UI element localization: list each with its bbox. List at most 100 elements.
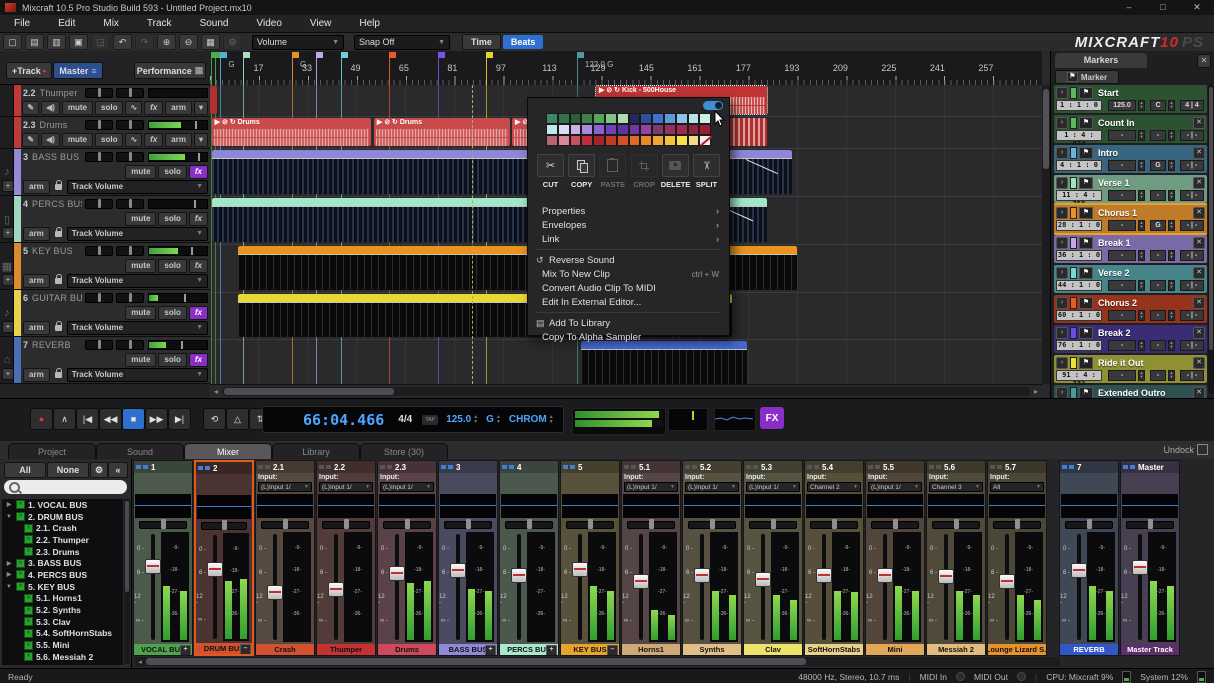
slider-handle[interactable] bbox=[98, 199, 101, 208]
pan-slider[interactable] bbox=[993, 519, 1041, 529]
collapse-channel-icon[interactable]: – bbox=[607, 645, 618, 655]
color-swatch[interactable] bbox=[699, 113, 711, 124]
paint-brush-icon[interactable]: ✎ bbox=[22, 133, 39, 147]
minimize-button[interactable]: – bbox=[1112, 0, 1146, 15]
tempo-spinner[interactable]: ▲▼ bbox=[1138, 220, 1145, 231]
delete-marker-icon[interactable]: ✕ bbox=[1193, 117, 1205, 129]
arm-button[interactable]: arm bbox=[165, 133, 192, 147]
maximize-button[interactable]: □ bbox=[1146, 0, 1180, 15]
input-dropdown[interactable]: (L)Input 1/▼ bbox=[624, 482, 678, 492]
tree-item-5-6-messiah-2[interactable]: ✕5.6. Messiah 2 bbox=[2, 651, 123, 663]
fx-button[interactable]: fx bbox=[189, 212, 208, 226]
track-enable-checkbox[interactable]: ✕ bbox=[16, 512, 25, 521]
color-swatch[interactable] bbox=[617, 124, 629, 135]
track-volume-slider[interactable] bbox=[85, 120, 113, 130]
color-swatch[interactable] bbox=[676, 124, 688, 135]
input-dropdown[interactable]: Channel 3▼ bbox=[929, 482, 983, 492]
mixer-channel-5-2[interactable]: 5.2Input:(L)Input 1/▼0 -6 -12 -∞ --9--18… bbox=[682, 460, 742, 656]
color-swatch[interactable] bbox=[558, 124, 570, 135]
marker-tempo-value[interactable]: - bbox=[1108, 130, 1136, 141]
pan-handle[interactable] bbox=[1148, 519, 1153, 529]
channel-name-label[interactable]: DRUM BUS– bbox=[196, 643, 252, 654]
channel-automation-display[interactable] bbox=[684, 494, 740, 518]
lock-icon[interactable] bbox=[55, 278, 62, 284]
marker-signature-value[interactable]: - | - bbox=[1180, 130, 1204, 141]
track-pan-slider[interactable] bbox=[116, 340, 144, 350]
tempo-spinner[interactable]: ▲▼ bbox=[1138, 370, 1145, 381]
color-swatch[interactable] bbox=[664, 113, 676, 124]
channel-name-label[interactable]: REVERB bbox=[1060, 644, 1118, 655]
marker-key-value[interactable]: G bbox=[1150, 220, 1166, 231]
pan-slider[interactable] bbox=[139, 519, 187, 529]
key-spinner[interactable]: ▲▼ bbox=[1168, 310, 1175, 321]
slider-handle[interactable] bbox=[129, 246, 132, 255]
automation-parameter-dropdown[interactable]: Track Volume▼ bbox=[67, 368, 208, 382]
volume-fader[interactable] bbox=[1071, 530, 1086, 644]
record-button[interactable]: ● bbox=[30, 408, 53, 430]
color-swatch[interactable] bbox=[652, 124, 664, 135]
tab-mixer[interactable]: Mixer bbox=[184, 443, 272, 460]
track-enable-checkbox[interactable]: ✕ bbox=[16, 570, 25, 579]
clip[interactable]: ▶ ⊘ ↻ Drums bbox=[212, 118, 372, 146]
marker-time-value[interactable]: 76 : 1 : 0 bbox=[1056, 340, 1102, 351]
fader-handle[interactable] bbox=[511, 568, 527, 583]
fx-button[interactable]: fx bbox=[189, 165, 208, 179]
channel-automation-display[interactable] bbox=[1061, 494, 1117, 518]
pan-handle[interactable] bbox=[832, 519, 837, 529]
fader-handle[interactable] bbox=[328, 582, 344, 597]
add-subtrack-button[interactable]: + bbox=[2, 180, 14, 192]
marker-tempo-value[interactable]: - bbox=[1108, 340, 1136, 351]
expand-arrow-icon[interactable]: ▶ bbox=[5, 560, 13, 567]
tree-item-2-2-thumper[interactable]: ✕2.2. Thumper bbox=[2, 534, 123, 546]
mixer-channel-5-4[interactable]: 5.4Input:Channel 2▼0 -6 -12 -∞ --9--18--… bbox=[804, 460, 864, 656]
pan-handle[interactable] bbox=[1087, 519, 1092, 529]
clip[interactable] bbox=[728, 118, 767, 146]
channel-automation-display[interactable] bbox=[440, 494, 496, 518]
scroll-handle[interactable] bbox=[146, 658, 806, 665]
fader-handle[interactable] bbox=[389, 566, 405, 581]
fader-handle[interactable] bbox=[877, 568, 893, 583]
expand-icon[interactable]: › bbox=[1056, 237, 1068, 249]
expand-icon[interactable]: › bbox=[1056, 387, 1068, 399]
expand-channel-icon[interactable]: + bbox=[546, 645, 557, 655]
go-to-start-button[interactable]: |◀ bbox=[76, 408, 99, 430]
color-swatch[interactable] bbox=[664, 124, 676, 135]
arm-button[interactable]: arm bbox=[23, 368, 50, 382]
automation-icon[interactable]: ∿ bbox=[125, 133, 142, 147]
scroll-left-icon[interactable]: ◂ bbox=[210, 387, 222, 396]
delete-marker-icon[interactable]: ✕ bbox=[1193, 207, 1205, 219]
marker-tempo-value[interactable]: - bbox=[1108, 220, 1136, 231]
color-swatch[interactable] bbox=[558, 135, 570, 146]
menu-item-mix-to-new-clip[interactable]: Mix To New Clipctrl + W bbox=[528, 267, 729, 281]
mixer-channel-2-3[interactable]: 2.3Input:(L)Input 1/▼0 -6 -12 -∞ --9--18… bbox=[377, 460, 437, 656]
marker-key-value[interactable]: - bbox=[1150, 190, 1166, 201]
slider-handle[interactable] bbox=[98, 246, 101, 255]
track-header-key-bus[interactable]: +▦5KEY BUSmutesolofxarmTrack Volume▼ bbox=[0, 243, 210, 290]
pan-handle[interactable] bbox=[527, 519, 532, 529]
menu-item-copy-to-alpha-sampler[interactable]: Copy To Alpha Sampler bbox=[528, 330, 729, 344]
mixer-channel-5-1[interactable]: 5.1Input:(L)Input 1/▼0 -6 -12 -∞ --9--18… bbox=[621, 460, 681, 656]
color-swatch[interactable] bbox=[688, 135, 700, 146]
track-enable-checkbox[interactable]: ✕ bbox=[24, 652, 33, 661]
pan-slider[interactable] bbox=[444, 519, 492, 529]
key-spinner[interactable]: ▲▼ bbox=[1168, 280, 1175, 291]
channel-name-label[interactable]: KEY BUS– bbox=[561, 644, 619, 655]
color-swatch[interactable] bbox=[558, 113, 570, 124]
channel-name-label[interactable]: Crash bbox=[256, 644, 314, 655]
marker-time-value[interactable]: 44 : 1 : 0 bbox=[1056, 280, 1102, 291]
slider-handle[interactable] bbox=[98, 293, 101, 302]
color-swatch[interactable] bbox=[593, 113, 605, 124]
volume-fader[interactable] bbox=[450, 530, 465, 644]
solo-button[interactable]: solo bbox=[158, 165, 186, 179]
fader-handle[interactable] bbox=[633, 574, 649, 589]
volume-fader[interactable] bbox=[877, 530, 892, 644]
menu-item-reverse-sound[interactable]: ↺Reverse Sound bbox=[528, 253, 729, 267]
add-subtrack-button[interactable]: + bbox=[2, 274, 14, 286]
menu-mix[interactable]: Mix bbox=[89, 15, 133, 32]
volume-fader[interactable] bbox=[1132, 530, 1147, 644]
track-enable-checkbox[interactable]: ✕ bbox=[24, 535, 33, 544]
marker-color-chip[interactable] bbox=[1070, 147, 1077, 159]
track-header-thumper[interactable]: 2.2Thumper✎◀)mutesolo∿fxarm▾ bbox=[0, 85, 210, 117]
tempo-spinner[interactable]: ▲▼ bbox=[1138, 100, 1145, 111]
volume-fader[interactable] bbox=[572, 530, 587, 644]
